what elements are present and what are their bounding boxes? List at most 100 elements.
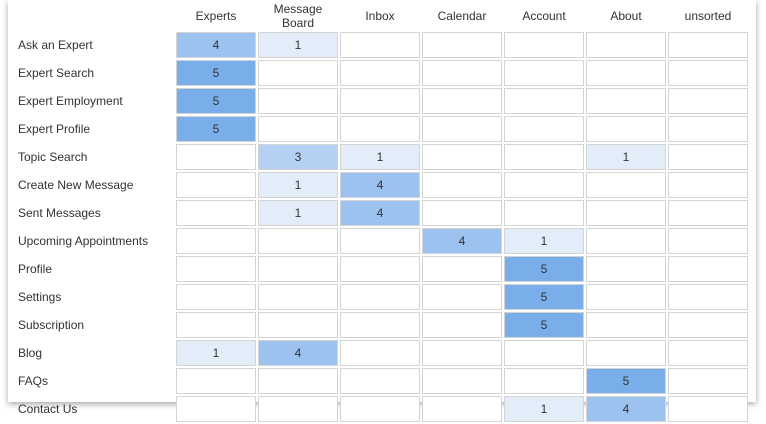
row-label: Settings (18, 290, 62, 304)
table-row: Upcoming Appointments 4 1 (18, 228, 748, 254)
matrix-cell (668, 200, 748, 226)
matrix-cell: 4 (586, 396, 666, 422)
column-header: About (610, 9, 642, 23)
row-label: Upcoming Appointments (18, 234, 149, 248)
matrix-cell (586, 256, 666, 282)
matrix-cell (340, 284, 420, 310)
matrix-cell: 5 (176, 60, 256, 86)
matrix-cell (422, 60, 502, 86)
matrix-cell (340, 396, 420, 422)
table-row: Ask an Expert 4 1 (18, 32, 748, 58)
row-label: Expert Employment (18, 94, 123, 108)
matrix-cell: 1 (258, 172, 338, 198)
matrix-cell: 5 (586, 368, 666, 394)
column-header: Inbox (365, 9, 395, 23)
matrix-cell (340, 312, 420, 338)
matrix-cell: 5 (504, 284, 584, 310)
matrix-cell (668, 284, 748, 310)
matrix-cell (668, 60, 748, 86)
matrix-cell (586, 88, 666, 114)
column-header: Message Board (273, 2, 323, 30)
matrix-cell: 1 (504, 396, 584, 422)
table-row: Expert Profile 5 (18, 116, 748, 142)
matrix-cell (422, 32, 502, 58)
row-label: Expert Search (18, 66, 95, 80)
matrix-cell (668, 88, 748, 114)
column-header: Experts (195, 9, 237, 23)
matrix-cell (504, 340, 584, 366)
matrix-cell (340, 368, 420, 394)
table-row: Expert Employment 5 (18, 88, 748, 114)
matrix-cell: 4 (340, 200, 420, 226)
matrix-cell (258, 256, 338, 282)
table-row: Blog 1 4 (18, 340, 748, 366)
row-label: Contact Us (18, 402, 78, 416)
matrix-cell: 4 (176, 32, 256, 58)
matrix-cell: 1 (258, 32, 338, 58)
matrix-cell (586, 340, 666, 366)
matrix-cell (586, 312, 666, 338)
matrix-cell (258, 88, 338, 114)
matrix-cell (668, 368, 748, 394)
matrix-cell: 3 (258, 144, 338, 170)
column-header: Account (522, 9, 566, 23)
matrix-cell: 1 (504, 228, 584, 254)
matrix-cell (504, 144, 584, 170)
matrix-cell (586, 116, 666, 142)
card-sort-matrix: Experts Message Board Inbox Calendar Acc… (16, 0, 750, 424)
table-row: Settings 5 (18, 284, 748, 310)
matrix-cell (668, 396, 748, 422)
matrix-cell (504, 32, 584, 58)
matrix-cell (586, 60, 666, 86)
matrix-cell (422, 88, 502, 114)
matrix-cell (340, 88, 420, 114)
table-row: Create New Message 1 4 (18, 172, 748, 198)
matrix-cell (176, 200, 256, 226)
matrix-panel: Experts Message Board Inbox Calendar Acc… (8, 0, 756, 422)
matrix-cell: 1 (176, 340, 256, 366)
matrix-cell (258, 228, 338, 254)
matrix-cell (586, 228, 666, 254)
row-label: Sent Messages (18, 206, 101, 220)
matrix-cell (258, 396, 338, 422)
matrix-cell (668, 172, 748, 198)
column-header: Calendar (437, 9, 487, 23)
table-row: Contact Us 1 4 (18, 396, 748, 422)
table-row: Profile 5 (18, 256, 748, 282)
matrix-cell (668, 32, 748, 58)
matrix-cell (176, 228, 256, 254)
matrix-cell (422, 116, 502, 142)
matrix-cell (258, 312, 338, 338)
row-label: Topic Search (18, 150, 88, 164)
row-label: Create New Message (18, 178, 134, 192)
matrix-cell (258, 368, 338, 394)
matrix-cell (668, 116, 748, 142)
matrix-cell (340, 60, 420, 86)
matrix-cell (668, 256, 748, 282)
matrix-cell (422, 312, 502, 338)
column-header: unsorted (684, 9, 732, 23)
matrix-cell (340, 32, 420, 58)
matrix-cell (176, 284, 256, 310)
matrix-cell (176, 368, 256, 394)
matrix-cell (504, 368, 584, 394)
matrix-cell (504, 200, 584, 226)
matrix-cell (668, 312, 748, 338)
matrix-cell (586, 172, 666, 198)
matrix-cell (504, 88, 584, 114)
matrix-cell (504, 172, 584, 198)
table-row: FAQs 5 (18, 368, 748, 394)
matrix-cell (176, 172, 256, 198)
matrix-cell (422, 284, 502, 310)
matrix-cell (258, 116, 338, 142)
matrix-cell: 1 (340, 144, 420, 170)
matrix-cell: 5 (176, 116, 256, 142)
matrix-cell (422, 368, 502, 394)
matrix-cell: 5 (504, 256, 584, 282)
matrix-cell (340, 340, 420, 366)
matrix-cell (340, 116, 420, 142)
matrix-cell (258, 284, 338, 310)
table-row: Subscription 5 (18, 312, 748, 338)
matrix-cell (668, 228, 748, 254)
matrix-cell (258, 60, 338, 86)
